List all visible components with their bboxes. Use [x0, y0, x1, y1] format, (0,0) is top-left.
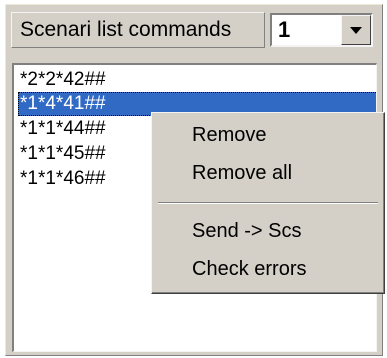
- list-item[interactable]: *1*1*45##: [18, 142, 112, 166]
- list-item[interactable]: *1*1*44##: [18, 117, 112, 141]
- menu-item-send-to-scs[interactable]: Send -> Scs: [192, 215, 302, 247]
- scenari-number-dropdown[interactable]: 1: [270, 13, 373, 47]
- menu-item-remove-all[interactable]: Remove all: [192, 157, 292, 189]
- scenari-list-commands-label: Scenari list commands: [11, 12, 265, 48]
- menu-item-check-errors[interactable]: Check errors: [192, 253, 306, 285]
- list-item[interactable]: *2*2*42##: [18, 68, 112, 92]
- chevron-down-icon: [350, 27, 362, 34]
- menu-item-remove[interactable]: Remove: [192, 119, 266, 151]
- list-item[interactable]: *1*1*46##: [18, 167, 112, 191]
- dropdown-selected-value: 1: [278, 17, 291, 42]
- context-menu: Remove Remove all Send -> Scs Check erro…: [151, 112, 385, 294]
- menu-separator: [158, 202, 378, 204]
- dropdown-button[interactable]: [341, 15, 371, 45]
